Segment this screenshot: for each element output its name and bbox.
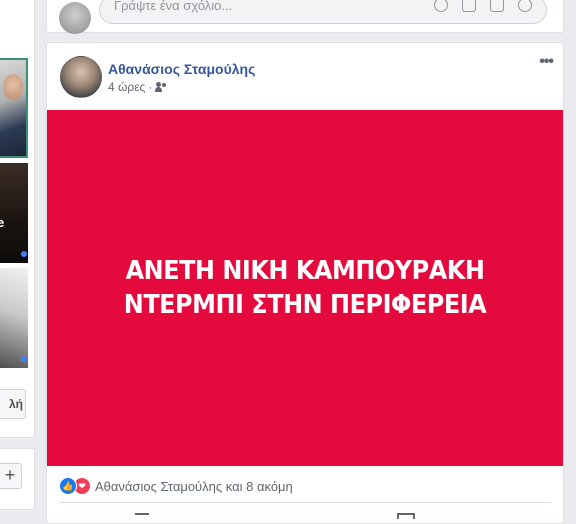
suggestion-thumbnail[interactable] [0,268,28,368]
post-options-menu-icon[interactable]: ••• [539,53,554,71]
add-button[interactable]: + [0,463,22,489]
gif-icon[interactable] [490,0,504,12]
divider [59,502,551,503]
meta-separator: · [148,80,153,94]
comment-tools [434,0,532,12]
person-photo [3,74,23,100]
online-dot-icon [21,356,27,362]
banner-line-2: ΝΤΕΡΜΠΙ ΣΤΗΝ ΠΕΡΙΦΕΡΕΙΑ [123,290,487,320]
comment-input[interactable]: Γράψτε ένα σχόλιο... [99,0,547,24]
post-timestamp[interactable]: 4 ώρες [108,80,145,94]
previous-post-comment-area: Γράψτε ένα σχόλιο... [46,0,564,34]
avatar [59,2,91,34]
post-meta: 4 ώρες · [108,80,167,94]
friends-audience-icon[interactable] [155,82,167,92]
like-action-icon[interactable] [135,513,149,519]
banner-line-1: ΑΝΕΤΗ ΝΙΚΗ ΚΑΜΠΟΥΡΑΚΗ [125,256,485,286]
like-icon: 👍 [59,477,77,495]
thumbnail-caption: e [0,215,5,230]
left-card-secondary: + [0,448,35,510]
see-more-button[interactable]: λή [0,389,26,419]
author-avatar[interactable] [60,56,102,98]
reactions-text: Αθανάσιος Σταμούλης και 8 ακόμη [95,478,293,494]
author-name-link[interactable]: Αθανάσιος Σταμούλης [108,61,255,77]
reactions-summary[interactable]: 👍 ❤ Αθανάσιος Σταμούλης και 8 ακόμη [59,477,293,495]
sticker-icon[interactable] [518,0,532,12]
share-action-icon[interactable] [397,513,415,519]
post-card: Αθανάσιος Σταμούλης 4 ώρες · ••• ΑΝΕΤΗ Ν… [46,42,564,524]
suggestion-thumbnail[interactable] [0,58,28,158]
suggestion-thumbnail[interactable]: e [0,163,28,263]
emoji-icon[interactable] [434,0,448,12]
online-dot-icon [21,251,27,257]
comment-placeholder: Γράψτε ένα σχόλιο... [114,0,233,13]
banner-text: ΑΝΕΤΗ ΝΙΚΗ ΚΑΜΠΟΥΡΑΚΗ ΝΤΕΡΜΠΙ ΣΤΗΝ ΠΕΡΙΦ… [123,254,487,322]
post-banner-image[interactable]: ΑΝΕΤΗ ΝΙΚΗ ΚΑΜΠΟΥΡΑΚΗ ΝΤΕΡΜΠΙ ΣΤΗΝ ΠΕΡΙΦ… [47,110,563,466]
camera-icon[interactable] [462,0,476,12]
left-suggestions-card: e λή [0,0,35,438]
